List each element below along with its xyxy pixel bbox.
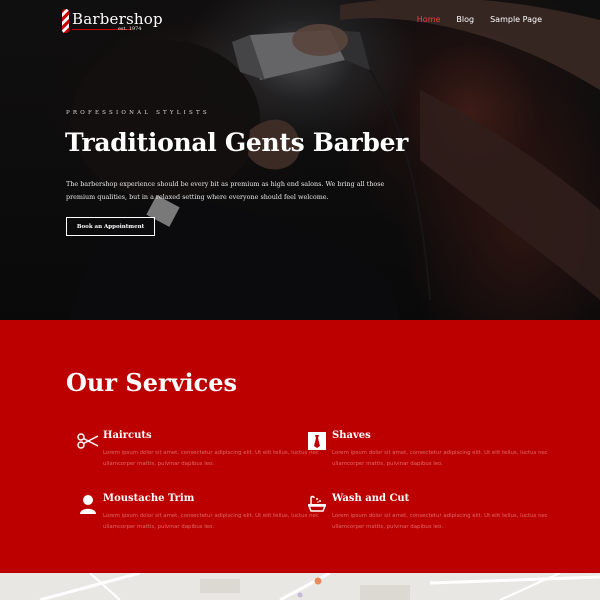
main-nav: Home Blog Sample Page [417, 15, 542, 24]
tie-icon [306, 430, 328, 452]
brand-est: est. 1974 [118, 26, 142, 32]
service-title: Moustache Trim [103, 493, 195, 504]
barber-pole-icon [62, 9, 69, 33]
service-description: Lorem ipsum dolor sit amet, consectetur … [103, 513, 319, 530]
services-title: Our Services [66, 368, 238, 397]
user-icon [77, 493, 99, 515]
hero-overlay [0, 0, 600, 320]
bathtub-icon [306, 493, 328, 515]
service-haircuts: Haircuts Lorem ipsum dolor sit amet, con… [77, 430, 319, 480]
nav-item-blog[interactable]: Blog [456, 15, 474, 24]
service-moustache-trim: Moustache Trim Lorem ipsum dolor sit ame… [77, 493, 319, 543]
map-pin-icon [314, 577, 322, 585]
service-description: Lorem ipsum dolor sit amet, consectetur … [332, 450, 548, 467]
nav-item-home[interactable]: Home [417, 15, 441, 24]
service-description: Lorem ipsum dolor sit amet, consectetur … [103, 450, 319, 467]
map-poi-icon [297, 592, 303, 598]
hero-section: Barbershop est. 1974 Home Blog Sample Pa… [0, 0, 600, 320]
service-wash-and-cut: Wash and Cut Lorem ipsum dolor sit amet,… [306, 493, 548, 543]
service-shaves: Shaves Lorem ipsum dolor sit amet, conse… [306, 430, 548, 480]
services-section: Our Services Haircuts Lorem ipsum dolor … [0, 320, 600, 573]
book-appointment-button[interactable]: Book an Appointment [66, 217, 155, 236]
scissors-icon [77, 430, 99, 452]
hero-kicker: PROFESSIONAL STYLISTS [66, 110, 210, 116]
service-description: Lorem ipsum dolor sit amet, consectetur … [332, 513, 548, 530]
service-title: Haircuts [103, 430, 152, 441]
hero-title: Traditional Gents Barber [65, 128, 409, 157]
service-title: Shaves [332, 430, 371, 441]
service-title: Wash and Cut [332, 493, 410, 504]
nav-item-sample-page[interactable]: Sample Page [490, 15, 542, 24]
map-tiles[interactable] [0, 573, 600, 600]
map-section[interactable] [0, 573, 600, 600]
hero-description: The barbershop experience should be ever… [66, 180, 385, 201]
